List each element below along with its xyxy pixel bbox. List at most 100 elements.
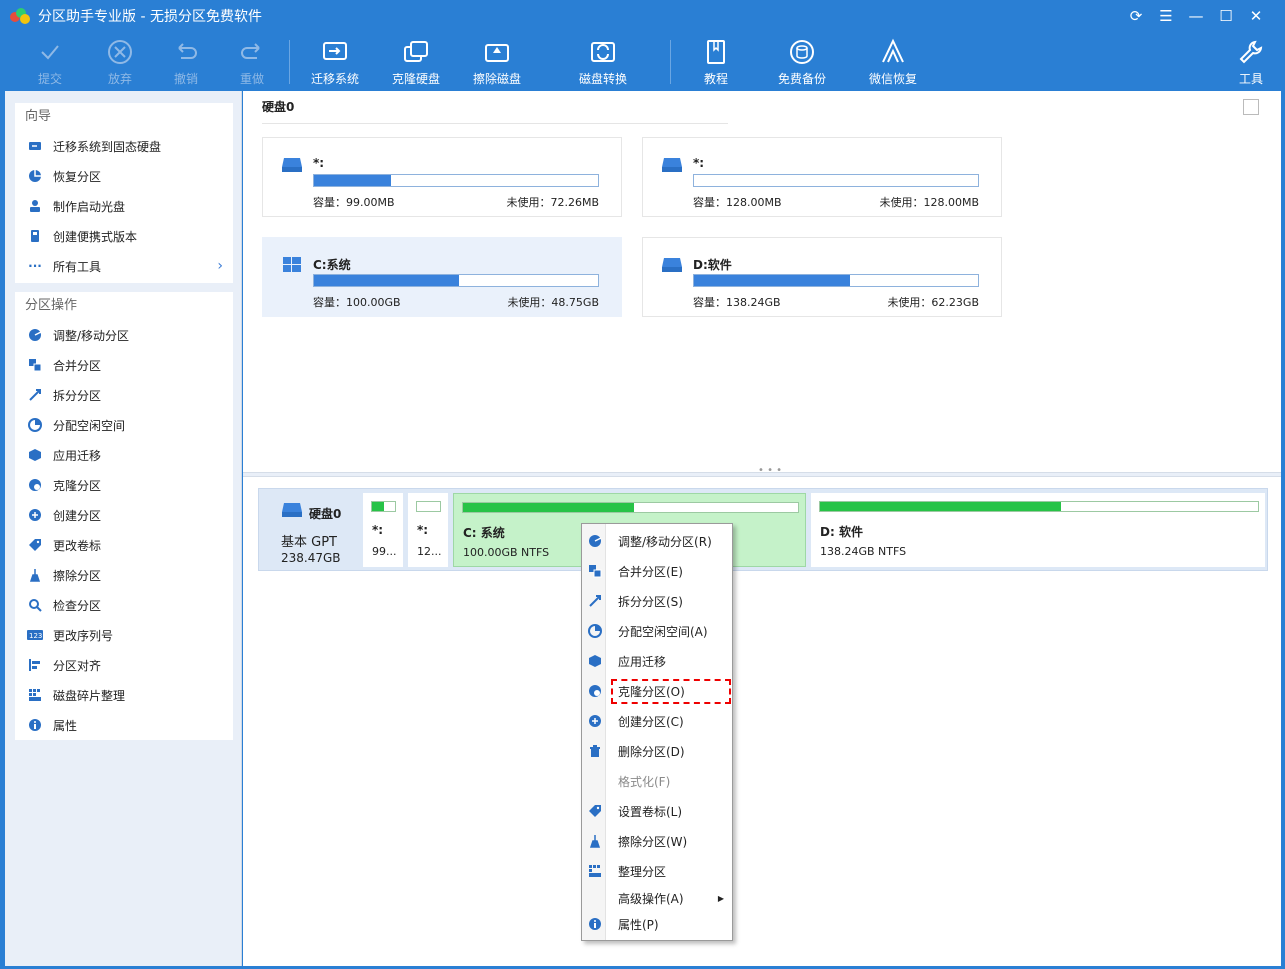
cube-icon: [587, 653, 603, 669]
usage-bar: [313, 274, 599, 287]
defrag-icon: [27, 687, 43, 703]
sidebar-item-partition-align[interactable]: 分区对齐: [15, 650, 233, 680]
disk-segment[interactable]: D: 软件 138.24GB NTFS: [811, 493, 1265, 567]
sidebar-item-change-serial[interactable]: 123 更改序列号: [15, 620, 233, 650]
sidebar-item-create-partition[interactable]: 创建分区: [15, 500, 233, 530]
tutorial-button[interactable]: 教程: [681, 34, 751, 90]
cancel-circle-icon: [106, 38, 134, 66]
partition-card-c-selected[interactable]: C:系统 容量：100.00GB 未使用：48.75GB: [262, 237, 622, 317]
convert-disk-button[interactable]: 磁盘转换: [568, 34, 638, 90]
clone-pie-icon: [27, 477, 43, 493]
sidebar-item-defrag[interactable]: 磁盘碎片整理: [15, 680, 233, 710]
sidebar-item-check-partition[interactable]: 检查分区: [15, 590, 233, 620]
sidebar-item-resize-move[interactable]: 调整/移动分区: [15, 320, 233, 350]
menu-item-split[interactable]: 拆分分区(S): [582, 588, 732, 614]
partition-card[interactable]: D:软件 容量：138.24GB 未使用：62.23GB: [642, 237, 1002, 317]
migrate-system-button[interactable]: 迁移系统: [300, 34, 370, 90]
drive-icon: [282, 158, 302, 172]
menu-item-delete-partition[interactable]: 删除分区(D): [582, 738, 732, 764]
window-controls: ⟳ ☰ — ☐ ✕: [1121, 4, 1271, 28]
segment-usage-bar: [462, 502, 799, 513]
convert-disk-icon: [589, 38, 617, 66]
disk-segment[interactable]: *: 12...: [408, 493, 448, 567]
disk-segment[interactable]: *: 99...: [363, 493, 403, 567]
sidebar-item-all-tools[interactable]: ··· 所有工具 ›: [15, 251, 233, 281]
wizard-panel-title: 向导: [25, 109, 52, 124]
resize-pie-icon: [27, 327, 43, 343]
sidebar-item-wipe-partition[interactable]: 擦除分区: [15, 560, 233, 590]
sidebar-item-change-label[interactable]: 更改卷标: [15, 530, 233, 560]
undo-icon: [172, 38, 200, 66]
usb-icon: [27, 228, 43, 244]
usage-bar: [693, 174, 979, 187]
main-toolbar: 提交 放弃 撤销 重做 迁移系统 克隆硬盘 擦除磁盘 磁盘转换 教程 免费备份 …: [0, 34, 1285, 90]
align-icon: [27, 657, 43, 673]
view-toggle-icon[interactable]: [1243, 99, 1259, 115]
chevron-right-icon: ›: [217, 258, 223, 274]
menu-icon[interactable]: ☰: [1151, 4, 1181, 28]
broom-icon: [587, 833, 603, 849]
menu-item-resize-move[interactable]: 调整/移动分区(R): [582, 528, 732, 554]
sidebar-item-recover-partition[interactable]: 恢复分区: [15, 161, 233, 191]
pie-icon: [27, 417, 43, 433]
sidebar-item-app-migration[interactable]: 应用迁移: [15, 440, 233, 470]
divider: [262, 123, 728, 124]
disk-title: 硬盘0: [262, 100, 295, 114]
book-icon: [702, 38, 730, 66]
sidebar-item-clone-partition[interactable]: 克隆分区: [15, 470, 233, 500]
menu-item-defrag[interactable]: 整理分区: [582, 858, 732, 884]
sidebar-item-properties[interactable]: 属性: [15, 710, 233, 740]
wipe-disk-button[interactable]: 擦除磁盘: [462, 34, 532, 90]
trash-icon: [587, 743, 603, 759]
partition-ops-title: 分区操作: [25, 298, 78, 313]
menu-item-properties[interactable]: 属性(P): [582, 911, 732, 937]
undo-button[interactable]: 撤销: [151, 34, 221, 90]
free-backup-button[interactable]: 免费备份: [767, 34, 837, 90]
menu-item-app-migration[interactable]: 应用迁移: [582, 648, 732, 674]
sidebar-item-split[interactable]: 拆分分区: [15, 380, 233, 410]
menu-item-set-label[interactable]: 设置卷标(L): [582, 798, 732, 824]
clone-disk-button[interactable]: 克隆硬盘: [381, 34, 451, 90]
redo-button[interactable]: 重做: [217, 34, 287, 90]
sidebar-item-portable-version[interactable]: 创建便携式版本: [15, 221, 233, 251]
usage-bar: [693, 274, 979, 287]
menu-item-allocate-space[interactable]: 分配空闲空间(A): [582, 618, 732, 644]
usage-bar: [313, 174, 599, 187]
menu-item-create-partition[interactable]: 创建分区(C): [582, 708, 732, 734]
sidebar-item-allocate-space[interactable]: 分配空闲空间: [15, 410, 233, 440]
sidebar-item-merge[interactable]: 合并分区: [15, 350, 233, 380]
toolbar-separator: [670, 40, 671, 84]
menu-item-advanced[interactable]: 高级操作(A) ▶: [582, 885, 732, 911]
submenu-arrow-icon: ▶: [717, 893, 724, 903]
disk-map-row: 硬盘0 基本 GPT 238.47GB *: 99... *: 12... C:…: [258, 488, 1268, 571]
discard-button[interactable]: 放弃: [85, 34, 155, 90]
menu-item-merge[interactable]: 合并分区(E): [582, 558, 732, 584]
partition-card[interactable]: *: 容量：128.00MB 未使用：128.00MB: [642, 137, 1002, 217]
split-icon: [587, 593, 603, 609]
commit-button[interactable]: 提交: [15, 34, 85, 90]
serial-number-icon: 123: [27, 627, 43, 643]
close-icon[interactable]: ✕: [1241, 4, 1271, 28]
merge-icon: [587, 563, 603, 579]
menu-item-wipe-partition[interactable]: 擦除分区(W): [582, 828, 732, 854]
redo-icon: [238, 38, 266, 66]
migrate-icon: [27, 138, 43, 154]
more-dots-icon: ···: [28, 259, 42, 273]
maximize-icon[interactable]: ☐: [1211, 4, 1241, 28]
app-logo-icon: [10, 8, 30, 24]
defrag-icon: [587, 863, 603, 879]
segment-usage-bar: [416, 501, 441, 512]
refresh-icon[interactable]: ⟳: [1121, 4, 1151, 28]
minimize-icon[interactable]: —: [1181, 4, 1211, 28]
grip-dots-icon: • • •: [758, 465, 783, 476]
tools-button[interactable]: 工具: [1216, 34, 1285, 90]
wechat-recovery-button[interactable]: 微信恢复: [858, 34, 928, 90]
sidebar-item-bootable-cd[interactable]: 制作启动光盘: [15, 191, 233, 221]
main-panel: 硬盘0 *: 容量：99.00MB 未使用：72.26MB *: 容量：128.…: [243, 91, 1281, 966]
menu-item-format[interactable]: 格式化(F): [582, 768, 732, 794]
sidebar-item-migrate-ssd[interactable]: 迁移系统到固态硬盘: [15, 131, 233, 161]
pane-splitter[interactable]: • • •: [243, 465, 1281, 477]
clone-pie-icon: [587, 683, 603, 699]
partition-card[interactable]: *: 容量：99.00MB 未使用：72.26MB: [262, 137, 622, 217]
create-pie-icon: [587, 713, 603, 729]
